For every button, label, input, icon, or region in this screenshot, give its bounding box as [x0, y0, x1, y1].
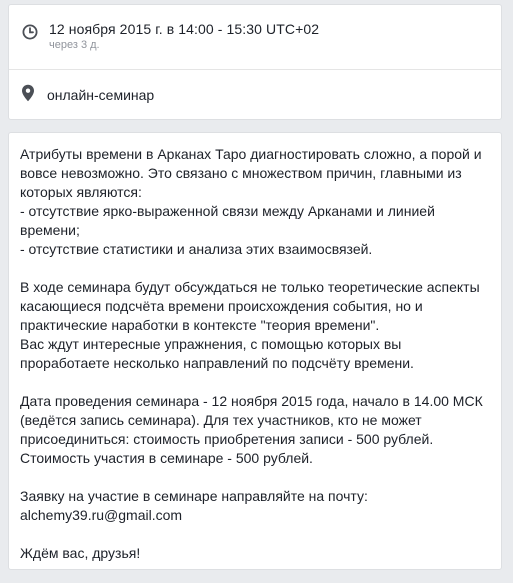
event-relative-time: через 3 д. [49, 39, 100, 51]
event-details-card: 12 ноября 2015 г. в 14:00 - 15:30 UTC+02… [8, 4, 502, 120]
description-line: Заявку на участие в семинаре направляйте… [20, 488, 368, 504]
clock-icon [22, 24, 38, 45]
description-line: Дата проведения семинара - 12 ноября 201… [20, 393, 483, 447]
location-pin-icon [21, 84, 35, 107]
event-location-row: онлайн-семинар [9, 71, 501, 119]
event-description-card: Атрибуты времени в Арканах Таро диагност… [8, 132, 502, 570]
description-line: - отсутствие ярко-выраженной связи между… [20, 203, 435, 238]
event-location: онлайн-семинар [47, 87, 155, 103]
description-line: В ходе семинара будут обсуждаться не тол… [20, 279, 480, 333]
description-line: Атрибуты времени в Арканах Таро диагност… [20, 146, 482, 200]
description-line: Вас ждут интересные упражнения, с помощь… [20, 336, 414, 371]
description-line: Ждём вас, друзья! [20, 545, 141, 561]
event-datetime: 12 ноября 2015 г. в 14:00 - 15:30 UTC+02 [49, 21, 320, 37]
description-line: - отсутствие статистики и анализа этих в… [20, 241, 373, 257]
divider [9, 69, 501, 70]
description-line: Стоимость участия в семинаре - 500 рубле… [20, 450, 313, 466]
event-time-row[interactable]: 12 ноября 2015 г. в 14:00 - 15:30 UTC+02… [9, 15, 501, 69]
contact-email[interactable]: alchemy39.ru@gmail.com [20, 506, 494, 525]
event-description: Атрибуты времени в Арканах Таро диагност… [20, 145, 494, 563]
